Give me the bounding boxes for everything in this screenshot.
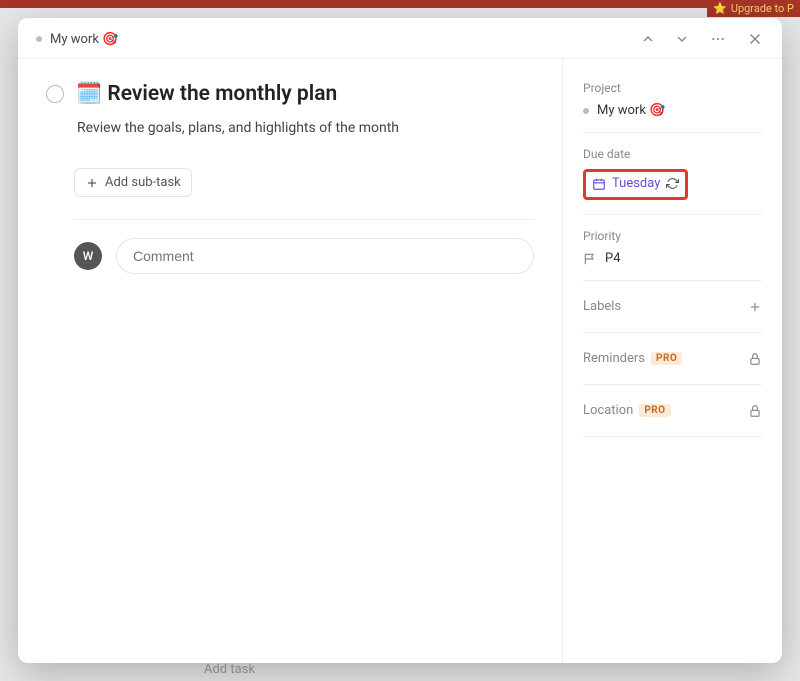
chevron-up-icon bbox=[640, 31, 656, 47]
sidebar-project-section[interactable]: Project My work 🎯 bbox=[583, 81, 762, 133]
modal-header: My work 🎯 bbox=[18, 18, 782, 59]
task-title[interactable]: 🗓️ Review the monthly plan bbox=[76, 81, 337, 108]
plus-icon bbox=[85, 176, 99, 190]
due-date-chip[interactable]: Tuesday bbox=[583, 169, 688, 200]
upgrade-banner[interactable]: ⭐ Upgrade to P bbox=[707, 0, 800, 17]
task-description[interactable]: Review the goals, plans, and highlights … bbox=[77, 120, 534, 136]
next-task-button[interactable] bbox=[674, 31, 690, 47]
project-color-dot bbox=[583, 108, 589, 114]
sidebar-project-name: My work 🎯 bbox=[597, 103, 665, 118]
sidebar: Project My work 🎯 Due date Tuesday Prior… bbox=[562, 59, 782, 663]
task-detail-modal: My work 🎯 🗓️ Review the monthly pl bbox=[18, 18, 782, 663]
breadcrumb[interactable]: My work 🎯 bbox=[36, 32, 118, 47]
breadcrumb-project: My work 🎯 bbox=[50, 32, 118, 47]
header-actions bbox=[640, 30, 764, 48]
sidebar-location-label: Location bbox=[583, 403, 633, 418]
lock-icon bbox=[748, 404, 762, 418]
prev-task-button[interactable] bbox=[640, 31, 656, 47]
sidebar-priority-label: Priority bbox=[583, 229, 762, 243]
more-options-button[interactable] bbox=[708, 31, 728, 47]
priority-value-text: P4 bbox=[605, 251, 621, 266]
sidebar-project-label: Project bbox=[583, 81, 762, 95]
upgrade-text: Upgrade to P bbox=[731, 2, 794, 15]
sidebar-reminders-section[interactable]: Reminders PRO bbox=[583, 347, 762, 385]
modal-body: 🗓️ Review the monthly plan Review the go… bbox=[18, 59, 782, 663]
add-subtask-button[interactable]: Add sub-task bbox=[74, 168, 192, 197]
due-date-text: Tuesday bbox=[612, 176, 660, 191]
project-color-dot bbox=[36, 36, 42, 42]
calendar-icon bbox=[592, 177, 606, 191]
comment-row: W bbox=[74, 238, 534, 274]
lock-icon bbox=[748, 352, 762, 366]
sidebar-labels-label: Labels bbox=[583, 299, 621, 314]
star-icon: ⭐ bbox=[713, 2, 727, 15]
chevron-down-icon bbox=[674, 31, 690, 47]
task-emoji: 🗓️ bbox=[76, 82, 102, 106]
title-row: 🗓️ Review the monthly plan bbox=[46, 81, 534, 108]
task-title-text: Review the monthly plan bbox=[107, 82, 337, 106]
sidebar-duedate-section[interactable]: Due date Tuesday bbox=[583, 147, 762, 215]
more-horizontal-icon bbox=[708, 31, 728, 47]
pro-badge: PRO bbox=[651, 352, 682, 365]
add-task-background: Add task bbox=[200, 658, 259, 681]
main-column: 🗓️ Review the monthly plan Review the go… bbox=[18, 59, 562, 663]
avatar: W bbox=[74, 242, 102, 270]
sidebar-priority-value: P4 bbox=[583, 251, 762, 266]
complete-checkbox[interactable] bbox=[46, 85, 64, 103]
sidebar-duedate-label: Due date bbox=[583, 147, 762, 161]
divider bbox=[74, 219, 534, 220]
recurring-icon bbox=[666, 177, 679, 190]
sidebar-labels-section[interactable]: Labels bbox=[583, 295, 762, 333]
plus-icon[interactable] bbox=[748, 300, 762, 314]
sidebar-location-section[interactable]: Location PRO bbox=[583, 399, 762, 437]
pro-badge: PRO bbox=[639, 404, 670, 417]
sidebar-project-value: My work 🎯 bbox=[583, 103, 762, 118]
close-icon bbox=[746, 30, 764, 48]
flag-icon bbox=[583, 252, 597, 266]
comment-input[interactable] bbox=[116, 238, 534, 274]
add-subtask-label: Add sub-task bbox=[105, 175, 181, 190]
sidebar-reminders-label: Reminders bbox=[583, 351, 645, 366]
sidebar-priority-section[interactable]: Priority P4 bbox=[583, 229, 762, 281]
close-button[interactable] bbox=[746, 30, 764, 48]
